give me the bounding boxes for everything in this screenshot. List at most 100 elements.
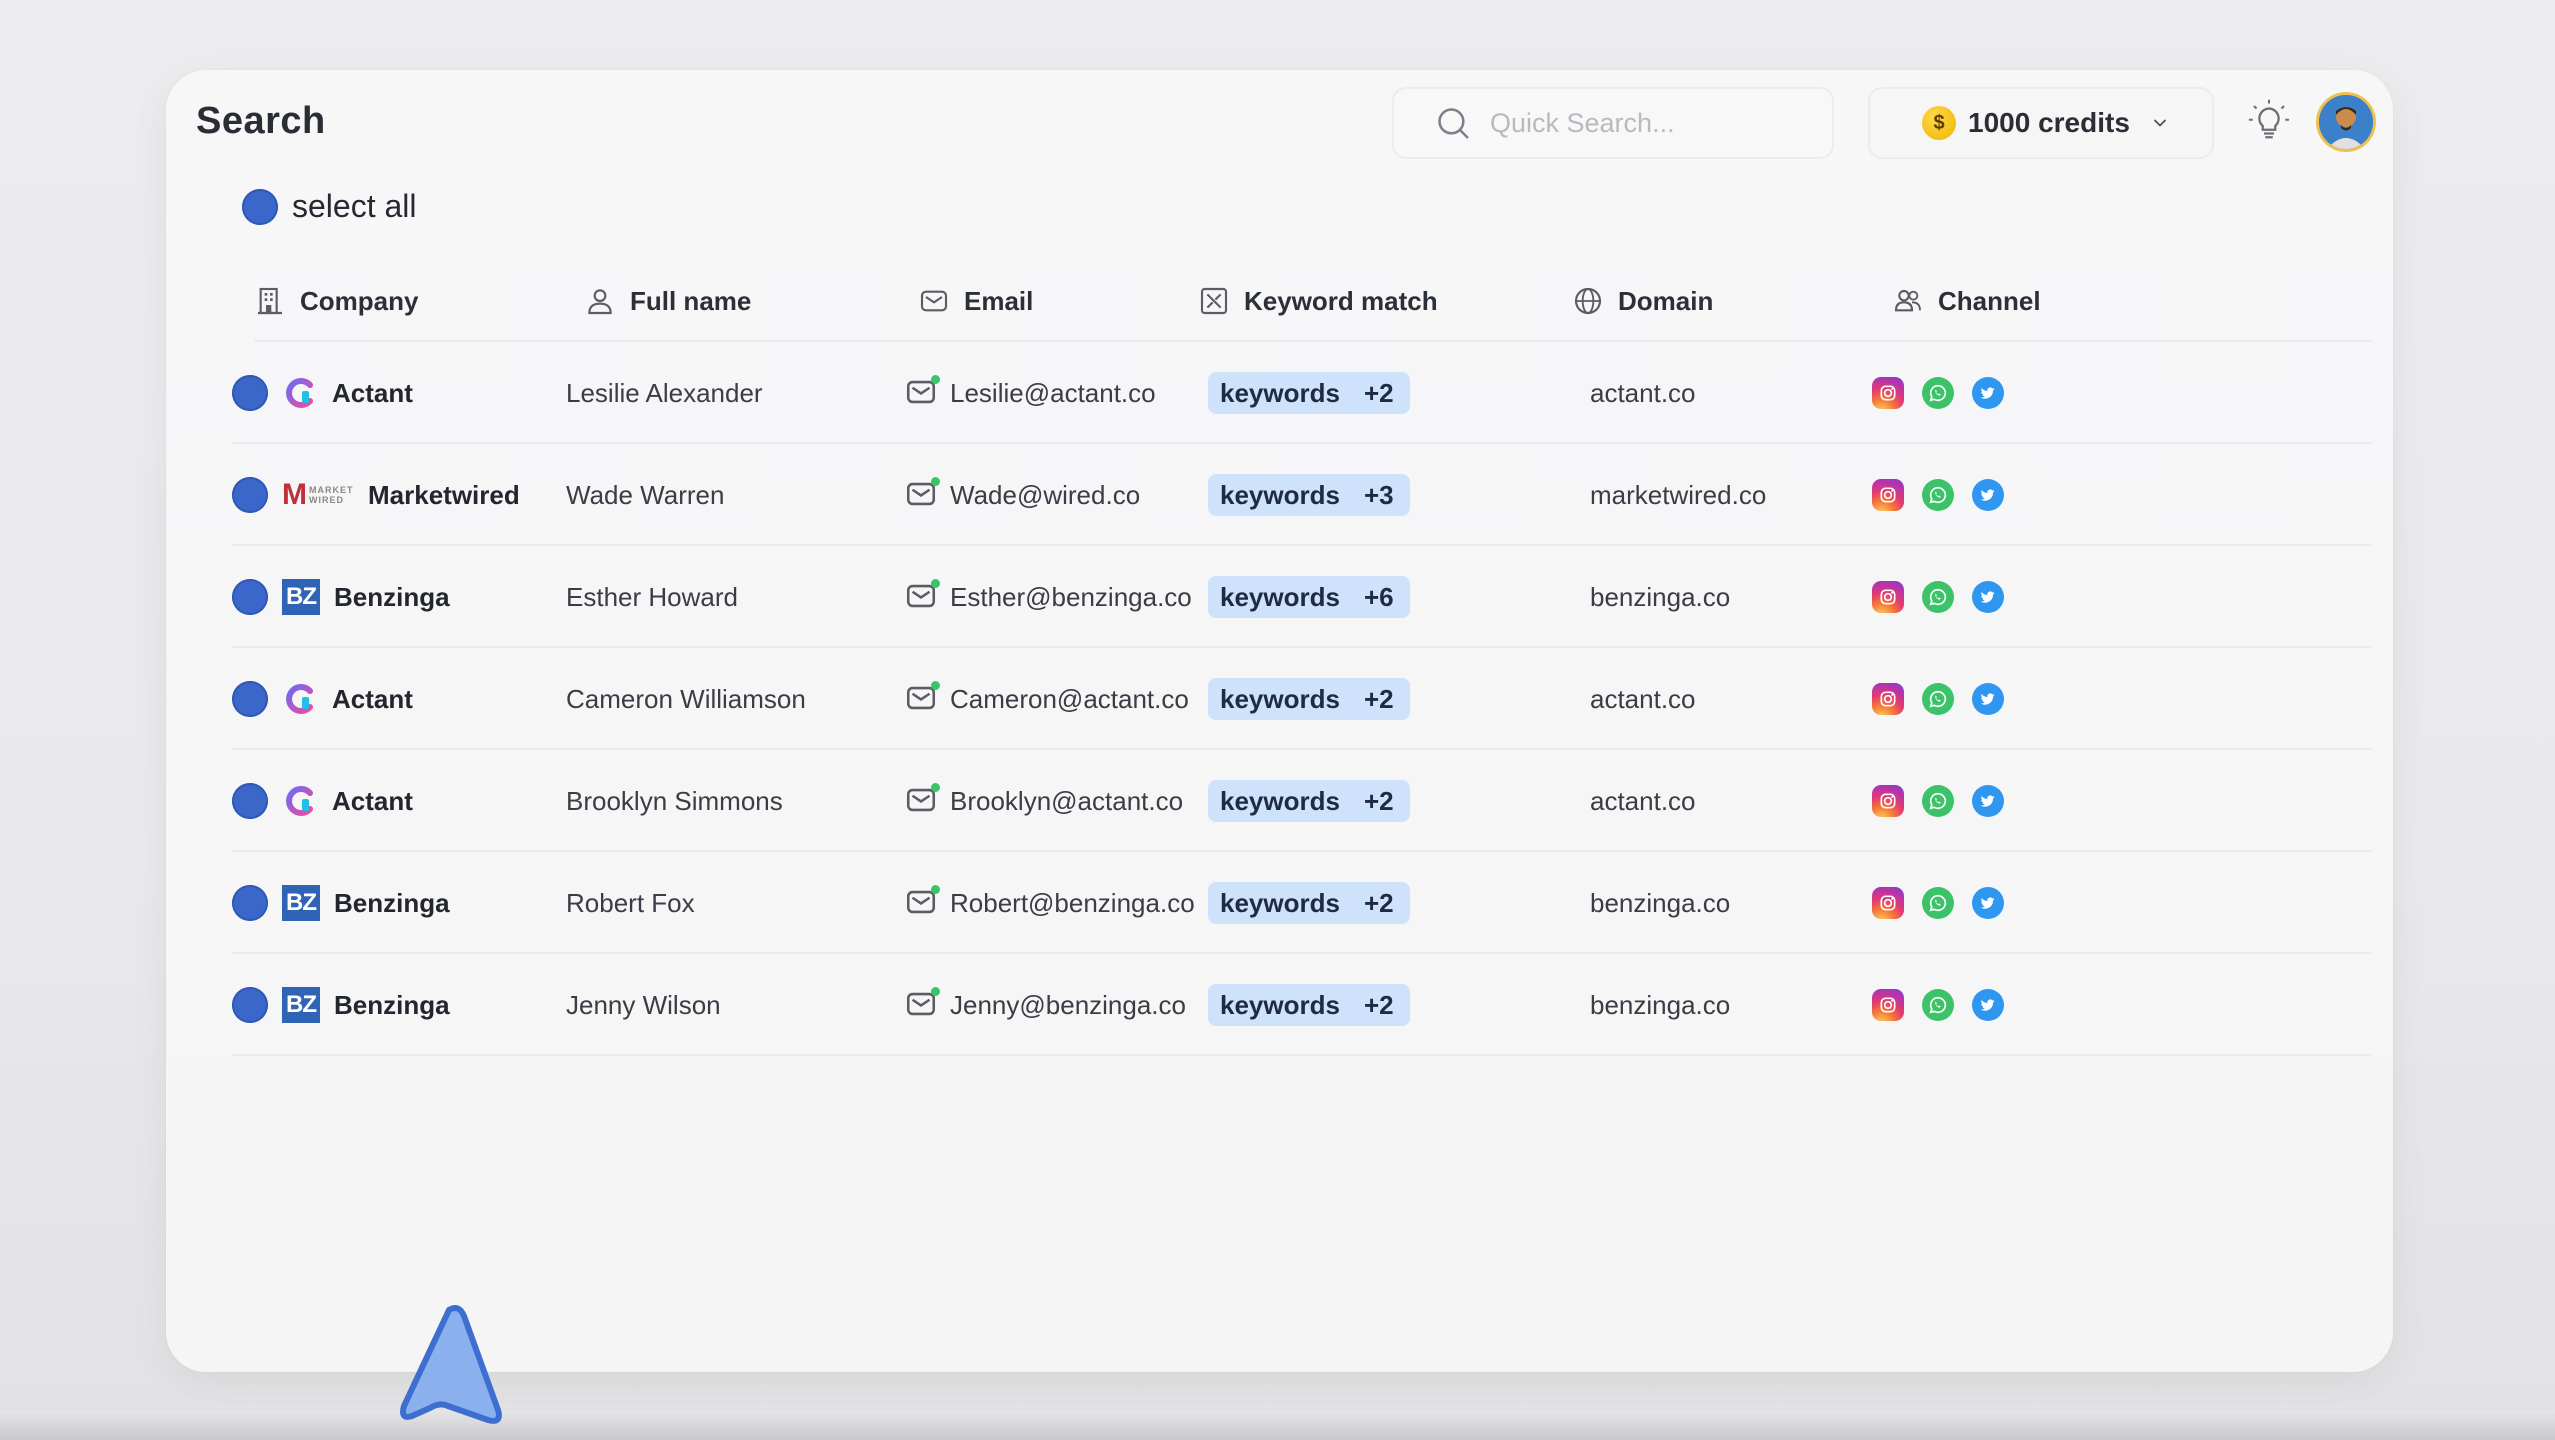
twitter-icon[interactable] <box>1972 989 2004 1021</box>
instagram-icon[interactable] <box>1872 683 1904 715</box>
keyword-cell: keywords +6 <box>1208 546 1410 648</box>
table-row[interactable]: Actant Cameron Williamson Cameron@actant.c… <box>232 648 2372 750</box>
channel-cell <box>1872 342 2004 444</box>
row-checkbox[interactable] <box>232 987 268 1023</box>
lightbulb-icon[interactable] <box>2244 96 2294 146</box>
search-input[interactable] <box>1490 107 1820 139</box>
mail-verified-icon <box>904 783 940 819</box>
whatsapp-icon[interactable] <box>1922 785 1954 817</box>
company-cell: BZ Benzinga <box>282 852 450 954</box>
instagram-icon[interactable] <box>1872 989 1904 1021</box>
building-icon <box>258 287 282 315</box>
keyword-icon <box>1200 287 1228 315</box>
company-name: Benzinga <box>334 581 450 612</box>
select-all-checkbox[interactable] <box>242 188 278 225</box>
row-checkbox[interactable] <box>232 681 268 717</box>
quick-search[interactable] <box>1392 87 1834 159</box>
channel-cell <box>1872 648 2004 750</box>
domain: benzinga.co <box>1590 887 1731 918</box>
email-cell[interactable]: Esther@benzinga.co <box>904 546 1192 648</box>
keyword-cell: keywords +2 <box>1208 954 1410 1056</box>
instagram-icon[interactable] <box>1872 785 1904 817</box>
email-cell[interactable]: Lesilie@actant.co <box>904 342 1156 444</box>
users-icon <box>1894 289 1921 312</box>
instagram-icon[interactable] <box>1872 479 1904 511</box>
row-select[interactable] <box>232 954 268 1056</box>
keyword-cell: keywords +2 <box>1208 342 1410 444</box>
twitter-icon[interactable] <box>1972 479 2004 511</box>
column-full-name[interactable]: Full name <box>584 260 751 342</box>
column-keyword-match[interactable]: Keyword match <box>1198 260 1438 342</box>
table-row[interactable]: BZ Benzinga Robert Fox Robert@benzinga.co ke… <box>232 852 2372 954</box>
company-name: Actant <box>332 683 413 714</box>
table-row[interactable]: Actant Brooklyn Simmons Brooklyn@actant.co… <box>232 750 2372 852</box>
email-cell[interactable]: Robert@benzinga.co <box>904 852 1195 954</box>
globe-icon <box>1574 287 1602 315</box>
select-all-label: select all <box>292 188 417 224</box>
mail-verified-icon <box>904 987 940 1023</box>
whatsapp-icon[interactable] <box>1922 989 1954 1021</box>
column-company[interactable]: Company <box>254 260 418 342</box>
whatsapp-icon[interactable] <box>1922 683 1954 715</box>
company-name: Actant <box>332 377 413 408</box>
instagram-icon[interactable] <box>1872 887 1904 919</box>
column-channel[interactable]: Channel <box>1892 260 2041 342</box>
keyword-count: +2 <box>1363 887 1394 918</box>
row-checkbox[interactable] <box>232 579 268 615</box>
channel-cell <box>1872 546 2004 648</box>
table-row[interactable]: Actant Lesilie Alexander Lesilie@actant.co… <box>232 342 2372 444</box>
full-name: Jenny Wilson <box>566 989 721 1020</box>
whatsapp-icon[interactable] <box>1922 581 1954 613</box>
twitter-icon[interactable] <box>1972 887 2004 919</box>
row-select[interactable] <box>232 444 268 546</box>
select-all[interactable]: select all <box>242 188 417 225</box>
keyword-badge[interactable]: keywords +2 <box>1208 882 1410 924</box>
company-cell: Actant <box>282 648 413 750</box>
instagram-icon[interactable] <box>1872 377 1904 409</box>
keyword-count: +2 <box>1363 785 1394 816</box>
instagram-icon[interactable] <box>1872 581 1904 613</box>
row-checkbox[interactable] <box>232 477 268 513</box>
row-select[interactable] <box>232 750 268 852</box>
email-address: Jenny@benzinga.co <box>950 989 1186 1020</box>
twitter-icon[interactable] <box>1972 785 2004 817</box>
keyword-badge[interactable]: keywords +2 <box>1208 372 1410 414</box>
bottom-edge <box>0 1410 2555 1440</box>
company-name: Benzinga <box>334 887 450 918</box>
email-address: Cameron@actant.co <box>950 683 1189 714</box>
row-checkbox[interactable] <box>232 375 268 411</box>
results-table: Company Full name Email Keyword match Do… <box>232 260 2372 1056</box>
whatsapp-icon[interactable] <box>1922 479 1954 511</box>
twitter-icon[interactable] <box>1972 683 2004 715</box>
twitter-icon[interactable] <box>1972 581 2004 613</box>
whatsapp-icon[interactable] <box>1922 887 1954 919</box>
row-select[interactable] <box>232 648 268 750</box>
row-checkbox[interactable] <box>232 885 268 921</box>
row-select[interactable] <box>232 546 268 648</box>
column-domain[interactable]: Domain <box>1572 260 1713 342</box>
row-checkbox[interactable] <box>232 783 268 819</box>
table-row[interactable]: M MARKET WIRED Marketwired Wade Warren Wade@… <box>232 444 2372 546</box>
column-email[interactable]: Email <box>918 260 1033 342</box>
twitter-icon[interactable] <box>1972 377 2004 409</box>
row-select[interactable] <box>232 852 268 954</box>
domain: benzinga.co <box>1590 581 1731 612</box>
keyword-badge[interactable]: keywords +2 <box>1208 678 1410 720</box>
table-row[interactable]: BZ Benzinga Esther Howard Esther@benzinga.c… <box>232 546 2372 648</box>
avatar[interactable] <box>2319 95 2373 149</box>
row-select[interactable] <box>232 342 268 444</box>
table-row[interactable]: BZ Benzinga Jenny Wilson Jenny@benzinga.co k… <box>232 954 2372 1056</box>
email-cell[interactable]: Wade@wired.co <box>904 444 1140 546</box>
keyword-badge[interactable]: keywords +2 <box>1208 780 1410 822</box>
keyword-label: keywords <box>1220 887 1340 918</box>
keyword-count: +6 <box>1363 581 1394 612</box>
email-cell[interactable]: Jenny@benzinga.co <box>904 954 1186 1056</box>
keyword-badge[interactable]: keywords +2 <box>1208 984 1410 1026</box>
keyword-badge[interactable]: keywords +6 <box>1208 576 1410 618</box>
email-cell[interactable]: Cameron@actant.co <box>904 648 1189 750</box>
email-cell[interactable]: Brooklyn@actant.co <box>904 750 1183 852</box>
credits-dropdown[interactable]: $ 1000 credits <box>1868 87 2214 159</box>
domain: actant.co <box>1590 785 1696 816</box>
whatsapp-icon[interactable] <box>1922 377 1954 409</box>
keyword-badge[interactable]: keywords +3 <box>1208 474 1410 516</box>
